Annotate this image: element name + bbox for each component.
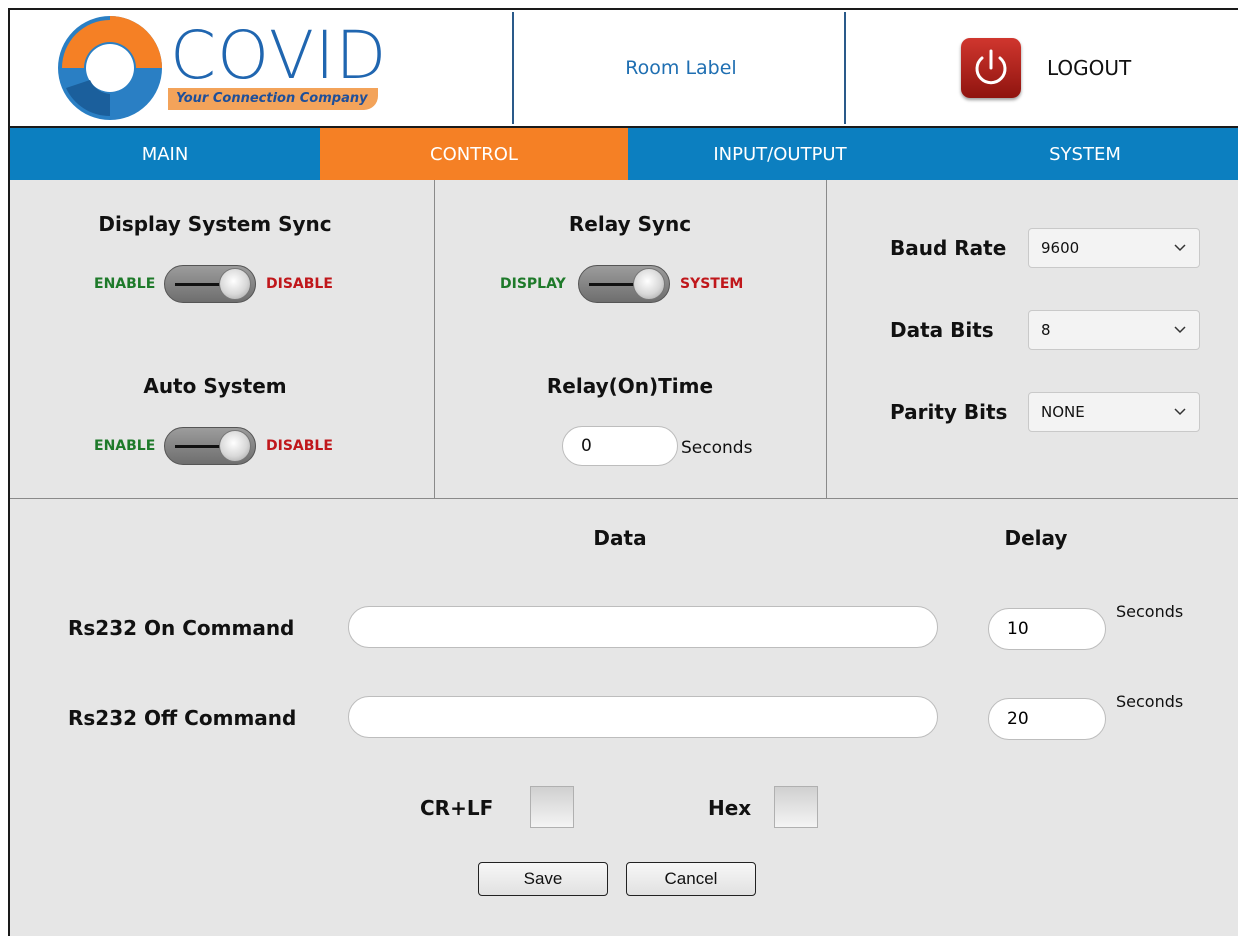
hex-label: Hex xyxy=(708,796,752,820)
logo: COVID Your Connection Company xyxy=(54,14,388,122)
logo-tagline: Your Connection Company xyxy=(168,88,378,110)
section-divider xyxy=(826,180,827,498)
baud-rate-select[interactable]: 9600 xyxy=(1028,228,1200,268)
rs232-off-input[interactable] xyxy=(348,696,938,738)
parity-bits-select[interactable]: NONE xyxy=(1028,392,1200,432)
tab-control[interactable]: CONTROL xyxy=(320,128,628,180)
logout-link[interactable]: LOGOUT xyxy=(1047,56,1131,80)
relay-time-unit: Seconds xyxy=(681,438,753,458)
tab-main[interactable]: MAIN xyxy=(10,128,320,180)
auto-system-disable-label: DISABLE xyxy=(266,438,333,454)
relay-sync-system-label: SYSTEM xyxy=(680,276,744,292)
data-bits-select[interactable]: 8 xyxy=(1028,310,1200,350)
rs232-on-delay-input[interactable]: 10 xyxy=(988,608,1106,650)
baud-rate-label: Baud Rate xyxy=(890,236,1007,260)
toggle-knob xyxy=(219,268,251,300)
data-column-header: Data xyxy=(593,526,647,550)
display-sync-enable-label: ENABLE xyxy=(94,276,156,292)
display-sync-disable-label: DISABLE xyxy=(266,276,333,292)
header: COVID Your Connection Company Room Label… xyxy=(10,10,1238,126)
parity-bits-value: NONE xyxy=(1041,403,1085,421)
toggle-knob xyxy=(633,268,665,300)
chevron-down-icon xyxy=(1174,326,1186,334)
display-sync-toggle[interactable] xyxy=(164,265,256,303)
power-button[interactable] xyxy=(961,38,1021,98)
crlf-checkbox[interactable] xyxy=(530,786,574,828)
relay-time-input[interactable]: 0 xyxy=(562,426,678,466)
cancel-button[interactable]: Cancel xyxy=(626,862,756,896)
auto-system-enable-label: ENABLE xyxy=(94,438,156,454)
logo-text: COVID xyxy=(170,17,388,94)
save-button[interactable]: Save xyxy=(478,862,608,896)
rs232-on-delay-unit: Seconds xyxy=(1116,602,1184,621)
data-bits-value: 8 xyxy=(1041,321,1051,339)
tab-system[interactable]: SYSTEM xyxy=(932,128,1238,180)
relay-time-title: Relay(On)Time xyxy=(546,374,714,398)
chevron-down-icon xyxy=(1174,244,1186,252)
data-bits-label: Data Bits xyxy=(890,318,994,342)
relay-sync-toggle[interactable] xyxy=(578,265,670,303)
relay-sync-display-label: DISPLAY xyxy=(500,276,566,292)
header-divider xyxy=(844,12,846,124)
chevron-down-icon xyxy=(1174,408,1186,416)
baud-rate-value: 9600 xyxy=(1041,239,1080,257)
rs232-off-delay-unit: Seconds xyxy=(1116,692,1184,711)
power-icon xyxy=(975,49,1007,85)
section-divider xyxy=(10,498,1238,499)
rs232-on-input[interactable] xyxy=(348,606,938,648)
rs232-off-label: Rs232 Off Command xyxy=(68,706,297,730)
auto-system-toggle[interactable] xyxy=(164,427,256,465)
nav-bar: MAIN CONTROL INPUT/OUTPUT SYSTEM xyxy=(10,126,1238,180)
tab-input-output[interactable]: INPUT/OUTPUT xyxy=(628,128,932,180)
rs232-on-label: Rs232 On Command xyxy=(68,616,295,640)
hex-checkbox[interactable] xyxy=(774,786,818,828)
app-frame: COVID Your Connection Company Room Label… xyxy=(8,8,1238,936)
toggle-knob xyxy=(219,430,251,462)
logo-mark-icon xyxy=(58,16,162,120)
auto-system-title: Auto System xyxy=(143,374,287,398)
delay-column-header: Delay xyxy=(1004,526,1068,550)
rs232-off-delay-input[interactable]: 20 xyxy=(988,698,1106,740)
parity-bits-label: Parity Bits xyxy=(890,400,1008,424)
crlf-label: CR+LF xyxy=(420,796,494,820)
room-label: Room Label xyxy=(625,57,737,79)
relay-sync-title: Relay Sync xyxy=(568,212,692,236)
display-sync-title: Display System Sync xyxy=(98,212,332,236)
